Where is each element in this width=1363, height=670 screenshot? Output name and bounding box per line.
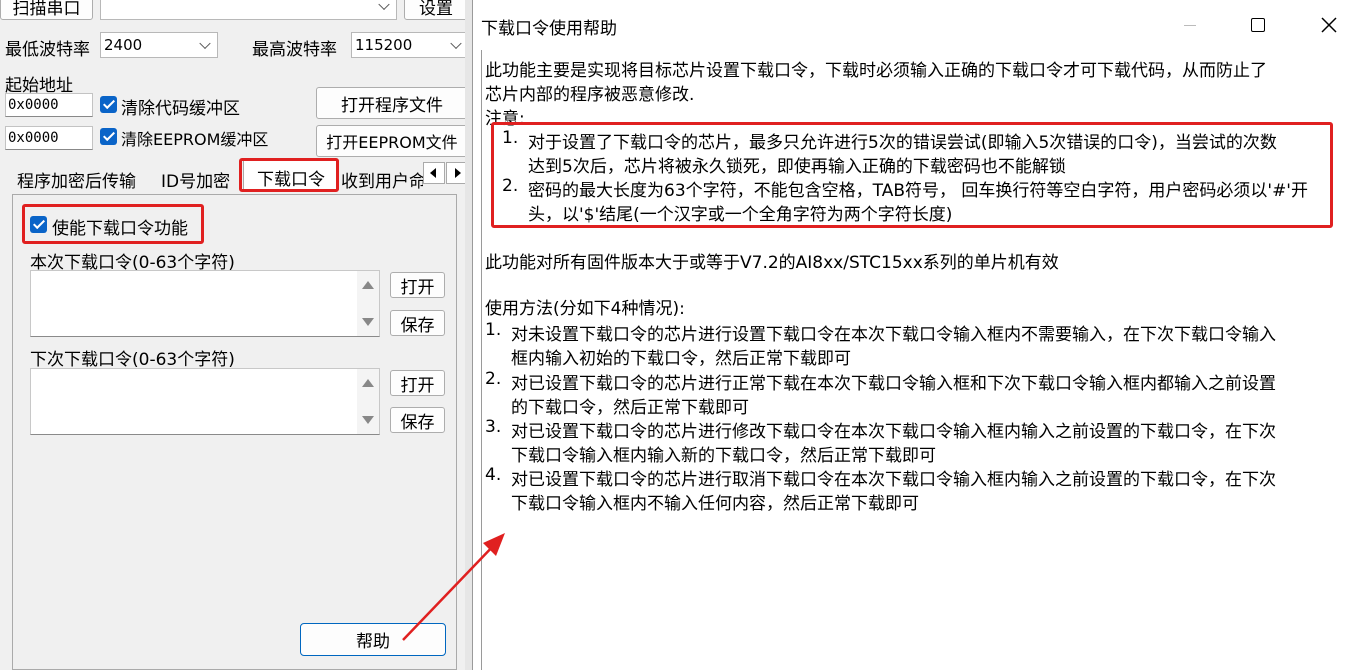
annotation-arrow-icon — [402, 533, 505, 641]
